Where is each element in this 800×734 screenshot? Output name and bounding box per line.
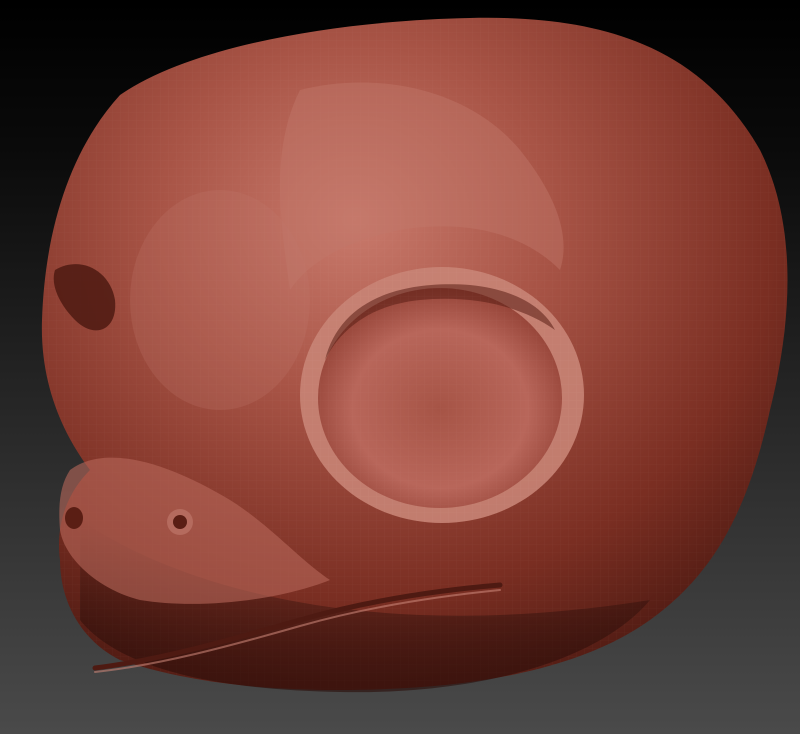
nostril-left-icon <box>65 507 83 529</box>
sculpted-head-model[interactable] <box>0 0 800 734</box>
sculpt-viewport[interactable] <box>0 0 800 734</box>
